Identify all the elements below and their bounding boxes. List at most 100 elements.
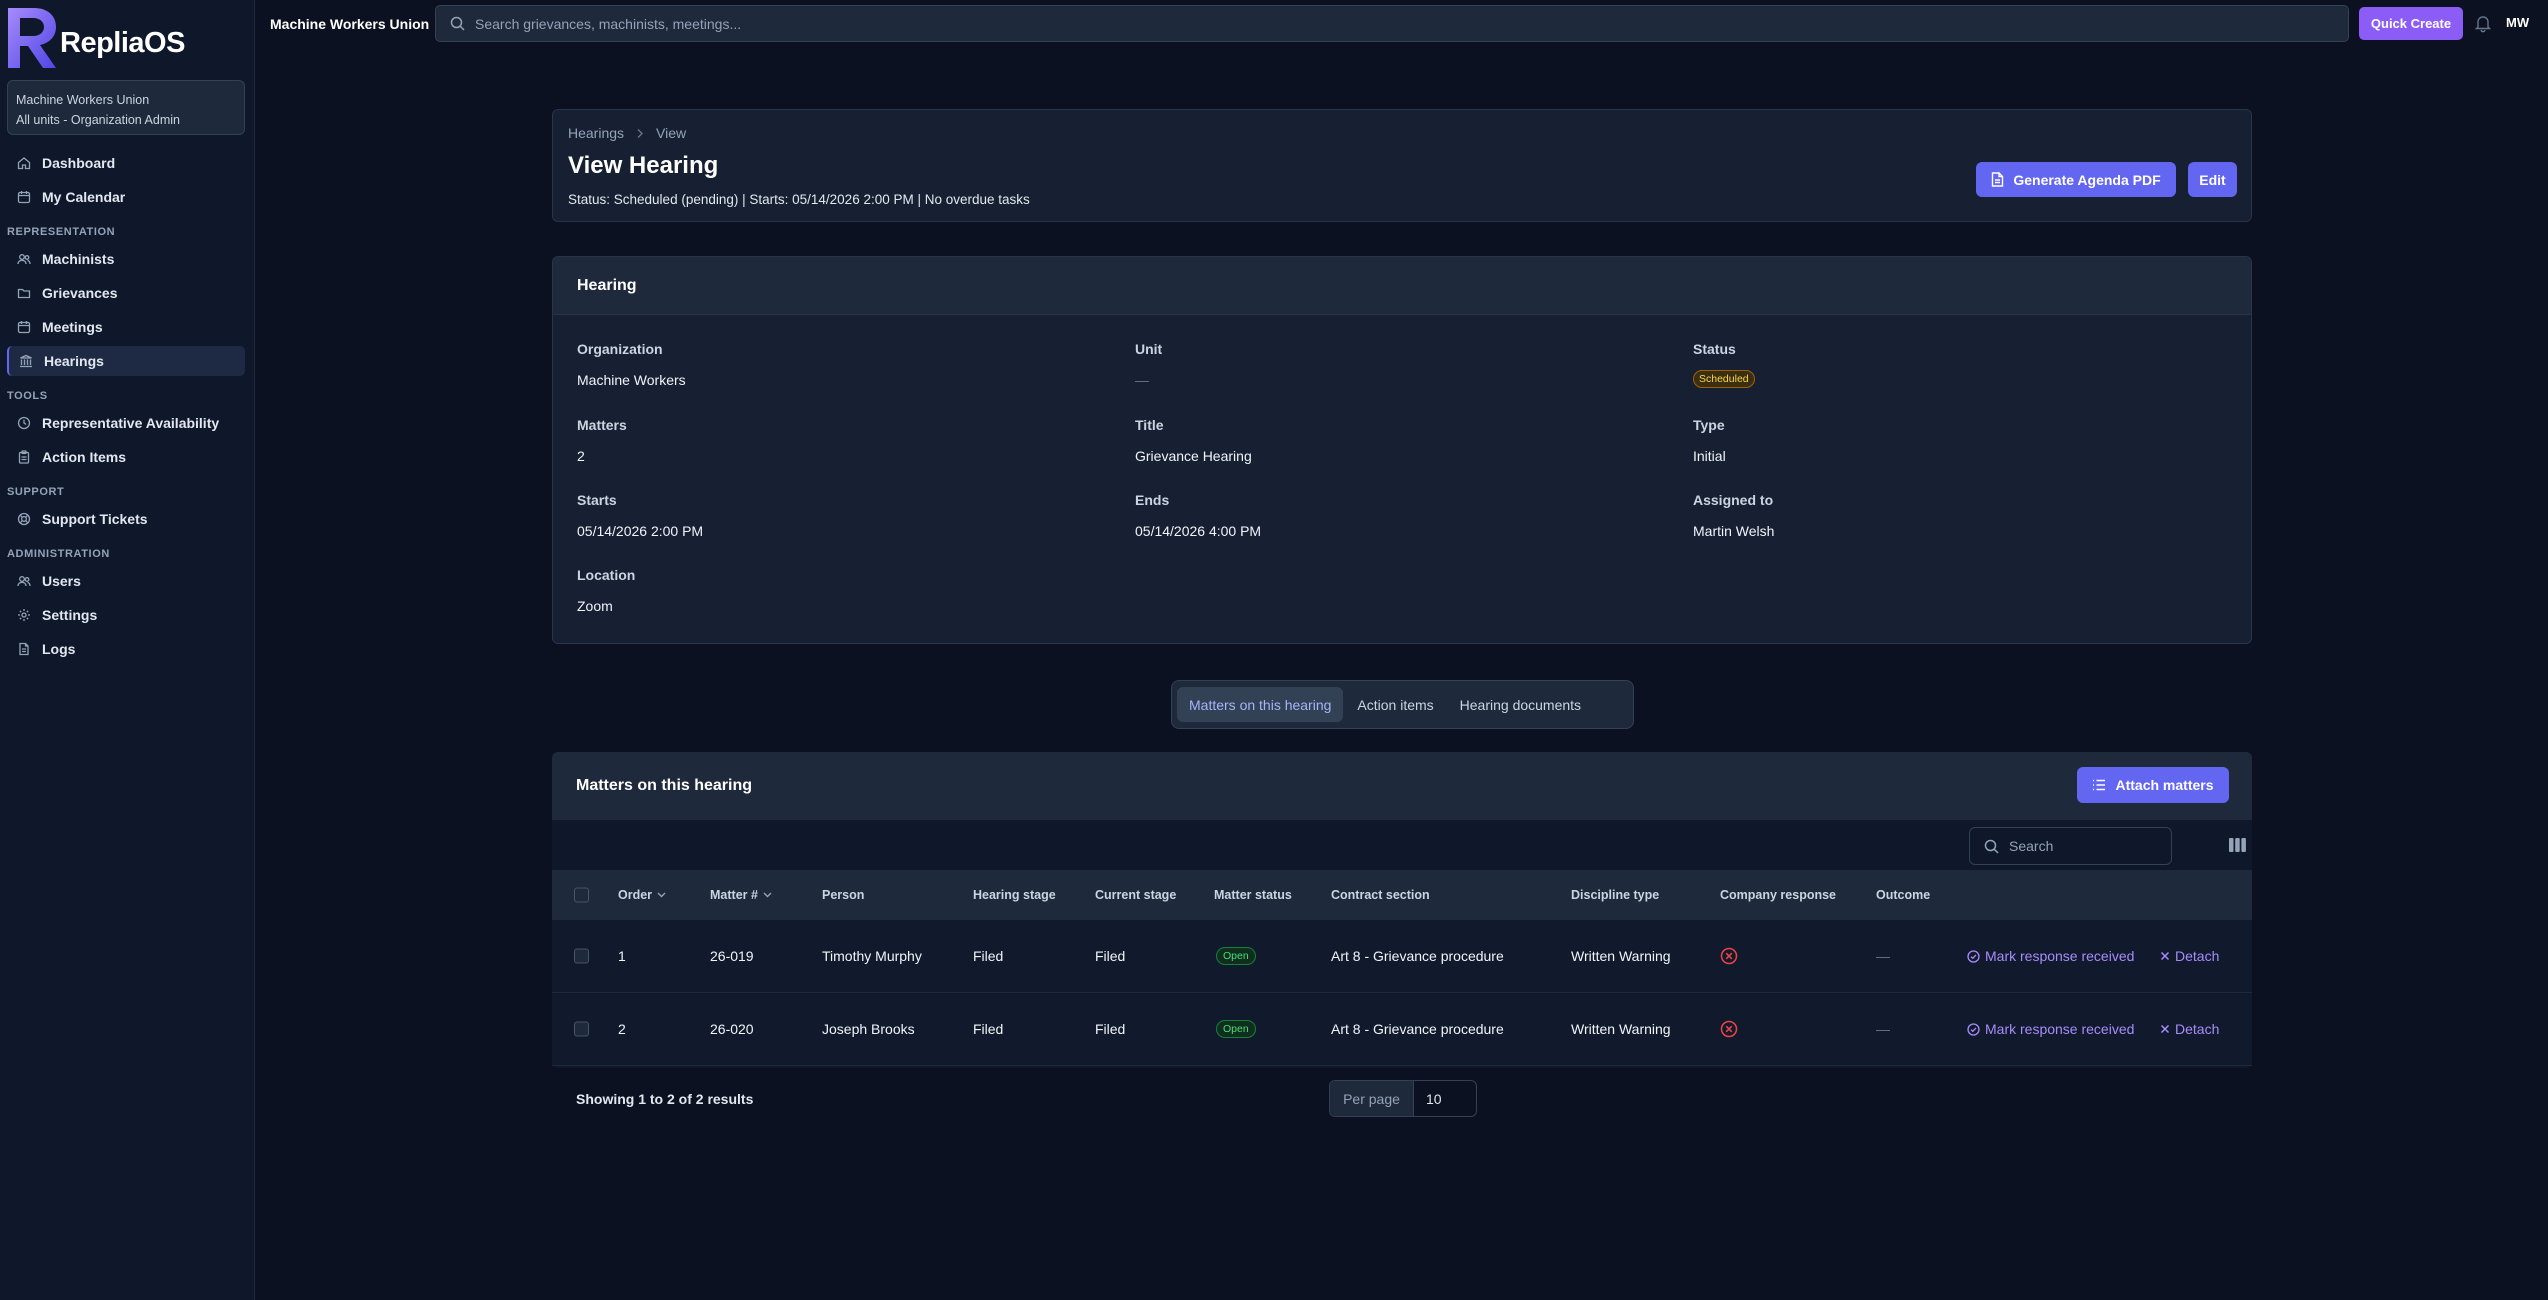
quick-create-button[interactable]: Quick Create [2359, 7, 2463, 40]
cell-current-stage: Filed [1095, 948, 1126, 964]
organization-switcher[interactable]: Machine Workers Union All units - Organi… [7, 80, 245, 135]
notifications-bell-icon[interactable] [2474, 14, 2492, 36]
lifebuoy-icon [17, 512, 31, 526]
column-header-order[interactable]: Order [618, 888, 666, 902]
edit-button[interactable]: Edit [2188, 162, 2237, 197]
sidebar-item-representative-availability[interactable]: Representative Availability [7, 408, 245, 438]
cell-contract-section: Art 8 - Grievance procedure [1331, 948, 1504, 964]
field-status: Status Scheduled [1693, 341, 1755, 388]
sidebar-item-meetings[interactable]: Meetings [7, 312, 245, 342]
sidebar-item-machinists[interactable]: Machinists [7, 244, 245, 274]
cell-matter-number[interactable]: 26-019 [710, 948, 754, 964]
field-label: Status [1693, 341, 1736, 357]
search-placeholder: Search grievances, machinists, meetings.… [475, 15, 742, 32]
status-badge: Scheduled [1693, 370, 1755, 388]
hearing-tabs: Matters on this hearing Action items Hea… [1171, 680, 1634, 729]
tab-matters-on-this-hearing[interactable]: Matters on this hearing [1177, 687, 1344, 722]
sidebar-item-my-calendar[interactable]: My Calendar [7, 182, 245, 212]
column-header-current-stage: Current stage [1095, 888, 1177, 902]
logo-icon [8, 8, 56, 68]
field-label: Type [1693, 417, 1725, 433]
cell-outcome: — [1876, 1021, 1890, 1037]
cell-matter-status: Open [1216, 1020, 1256, 1038]
mark-response-received-button[interactable]: Mark response received [1967, 948, 2134, 964]
field-label: Assigned to [1693, 492, 1774, 508]
sidebar-item-label: Machinists [42, 251, 115, 267]
sidebar-item-settings[interactable]: Settings [7, 600, 245, 630]
sidebar-item-grievances[interactable]: Grievances [7, 278, 245, 308]
field-value: Martin Welsh [1693, 523, 1775, 539]
field-value: 05/14/2026 2:00 PM [577, 523, 704, 539]
field-value: 05/14/2026 4:00 PM [1135, 523, 1262, 539]
column-header-company-response: Company response [1720, 888, 1837, 902]
cell-matter-number[interactable]: 26-020 [710, 1021, 754, 1037]
action-label: Detach [2175, 1021, 2220, 1037]
sidebar-item-dashboard[interactable]: Dashboard [7, 148, 245, 178]
sidebar-item-users[interactable]: Users [7, 566, 245, 596]
tab-hearing-documents[interactable]: Hearing documents [1448, 687, 1593, 722]
sidebar-item-label: Meetings [42, 319, 103, 335]
sidebar-item-support-tickets[interactable]: Support Tickets [7, 504, 245, 534]
sidebar-item-label: Logs [42, 641, 76, 657]
org-scope: All units - Organization Admin [16, 113, 180, 127]
column-toggle-icon[interactable] [2229, 838, 2246, 852]
tab-action-items[interactable]: Action items [1345, 687, 1445, 722]
user-avatar[interactable]: MW [2506, 15, 2529, 30]
column-header-matter-number[interactable]: Matter # [710, 888, 772, 902]
matters-title: Matters on this hearing [576, 777, 753, 794]
pagination-results-text: Showing 1 to 2 of 2 results [576, 1091, 754, 1107]
attach-matters-label: Attach matters [2115, 777, 2214, 793]
row-checkbox[interactable] [574, 948, 589, 964]
action-label: Mark response received [1985, 948, 2135, 964]
select-all-checkbox[interactable] [574, 887, 589, 903]
field-label: Organization [577, 341, 663, 357]
cell-person: Timothy Murphy [822, 948, 922, 964]
field-value: 2 [577, 448, 585, 464]
mark-response-received-button[interactable]: Mark response received [1967, 1021, 2134, 1037]
users-icon [17, 252, 31, 266]
list-icon [2092, 779, 2106, 791]
cell-hearing-stage: Filed [973, 948, 1004, 964]
table-search-input[interactable]: Search [1969, 827, 2172, 865]
home-icon [17, 156, 31, 170]
chevron-down-icon [657, 892, 666, 898]
generate-agenda-pdf-button[interactable]: Generate Agenda PDF [1976, 162, 2176, 197]
matters-table: Order Matter # Person Hearing stage Curr… [552, 870, 2252, 1066]
sidebar-item-logs[interactable]: Logs [7, 634, 245, 664]
sidebar-item-label: Support Tickets [42, 511, 148, 527]
sidebar-item-label: Users [42, 573, 81, 589]
attach-matters-button[interactable]: Attach matters [2077, 767, 2229, 803]
per-page-select[interactable]: Per page 10 [1329, 1080, 1477, 1117]
field-value: Zoom [577, 598, 613, 614]
table-search-placeholder: Search [2009, 838, 2054, 854]
nav-section-tools: TOOLS [7, 390, 48, 402]
cell-order: 1 [618, 948, 626, 964]
generate-agenda-pdf-label: Generate Agenda PDF [2013, 171, 2161, 188]
cell-hearing-stage: Filed [973, 1021, 1004, 1037]
cell-order: 2 [618, 1021, 626, 1037]
hearing-section-title: Hearing [553, 257, 2251, 315]
app-logo[interactable]: RepliaOS [6, 6, 185, 68]
field-title: Title Grievance Hearing [1135, 417, 1252, 464]
cell-person: Joseph Brooks [822, 1021, 915, 1037]
folder-icon [17, 286, 31, 300]
check-circle-icon [1967, 949, 1980, 963]
sidebar-item-label: Representative Availability [42, 415, 220, 431]
sidebar-item-hearings[interactable]: Hearings [7, 346, 245, 376]
field-label: Matters [577, 417, 627, 433]
global-search-input[interactable]: Search grievances, machinists, meetings.… [435, 5, 2349, 42]
matters-section: Matters on this hearing Attach matters S… [552, 752, 2252, 1117]
breadcrumb-hearings-link[interactable]: Hearings [568, 125, 624, 141]
detach-button[interactable]: Detach [2160, 948, 2219, 964]
breadcrumb-current: View [656, 125, 687, 141]
sidebar-item-label: Settings [42, 607, 98, 623]
search-icon [450, 16, 465, 31]
field-value: — [1135, 372, 1149, 388]
matters-header: Matters on this hearing Attach matters [552, 752, 2252, 820]
detach-button[interactable]: Detach [2160, 1021, 2219, 1037]
sidebar-item-action-items[interactable]: Action Items [7, 442, 245, 472]
gear-icon [17, 608, 31, 622]
response-missing-x-circle-icon [1720, 1020, 1738, 1038]
calendar-icon [17, 190, 31, 204]
row-checkbox[interactable] [574, 1021, 589, 1037]
